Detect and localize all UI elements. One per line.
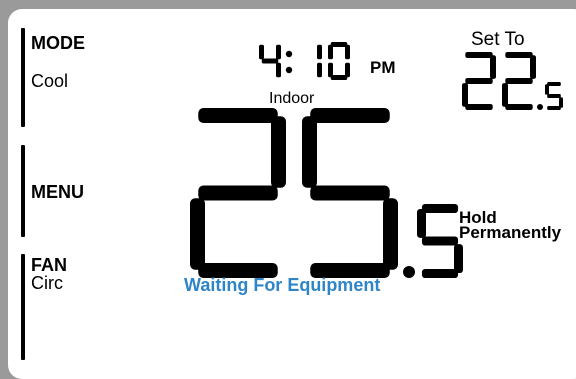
- equipment-status: Waiting For Equipment: [184, 275, 381, 295]
- segment-b: [345, 44, 350, 60]
- hold-label-line2: Permanently: [459, 223, 562, 242]
- segment-b: [276, 44, 281, 60]
- setpoint-display[interactable]: [462, 52, 572, 116]
- segment-g: [505, 78, 533, 84]
- segment-g: [421, 236, 459, 246]
- segment-a: [547, 82, 561, 86]
- segment-f: [417, 208, 426, 238]
- setpoint-decimal-digit: [545, 82, 563, 110]
- segment-b: [530, 55, 536, 79]
- segment-a: [330, 42, 348, 47]
- segment-b: [271, 116, 286, 188]
- segment-a: [465, 52, 493, 58]
- segment-a: [310, 108, 390, 123]
- segment-d: [465, 104, 493, 110]
- indoor-digit: [302, 108, 398, 278]
- segment-d: [421, 269, 459, 278]
- segment-e: [502, 83, 508, 107]
- segment-e: [328, 62, 333, 78]
- indoor-digit: [190, 108, 286, 278]
- segment-c: [317, 62, 322, 78]
- setpoint-label: Set To: [471, 29, 525, 50]
- segment-e: [190, 198, 205, 270]
- segment-f: [328, 44, 333, 60]
- fan-value: Circ: [31, 273, 63, 293]
- segment-e: [462, 83, 468, 107]
- segment-f: [545, 84, 549, 95]
- segment-a: [421, 204, 459, 213]
- segment-c: [454, 244, 463, 274]
- mode-value: Cool: [31, 71, 69, 91]
- segment-d: [330, 75, 348, 80]
- segment-f: [259, 44, 264, 60]
- clock-display: [259, 42, 350, 80]
- menu-divider: [21, 145, 25, 237]
- segment-g: [310, 185, 390, 201]
- fan-button[interactable]: FAN: [31, 255, 67, 275]
- clock-colon-dot: [285, 50, 293, 58]
- segment-f: [302, 116, 317, 188]
- hold-status[interactable]: Hold Permanently: [459, 209, 562, 242]
- segment-g: [198, 185, 278, 201]
- segment-g: [547, 94, 561, 98]
- clock-digit: [317, 44, 322, 78]
- setpoint-digit: [502, 52, 536, 110]
- segment-b: [490, 55, 496, 79]
- segment-a: [198, 108, 278, 123]
- clock-digit: [259, 44, 281, 78]
- segment-a: [505, 52, 533, 58]
- mode-divider: [21, 28, 25, 127]
- setpoint-decimal-point: [537, 104, 543, 110]
- clock-colon-dot: [285, 66, 293, 74]
- mode-button[interactable]: MODE: [31, 33, 85, 53]
- indoor-temperature-display: [190, 108, 463, 278]
- setpoint-digit: [462, 52, 496, 110]
- segment-c: [276, 62, 281, 78]
- segment-d: [505, 104, 533, 110]
- indoor-decimal-point: [403, 266, 415, 278]
- segment-d: [547, 106, 561, 110]
- segment-g: [465, 78, 493, 84]
- clock-ampm: PM: [370, 58, 396, 77]
- indoor-label: Indoor: [269, 90, 315, 107]
- clock-digit: [328, 42, 350, 80]
- menu-button[interactable]: MENU: [31, 182, 84, 202]
- segment-b: [317, 44, 322, 60]
- segment-c: [383, 198, 398, 270]
- segment-g: [261, 58, 279, 64]
- fan-divider: [21, 254, 25, 360]
